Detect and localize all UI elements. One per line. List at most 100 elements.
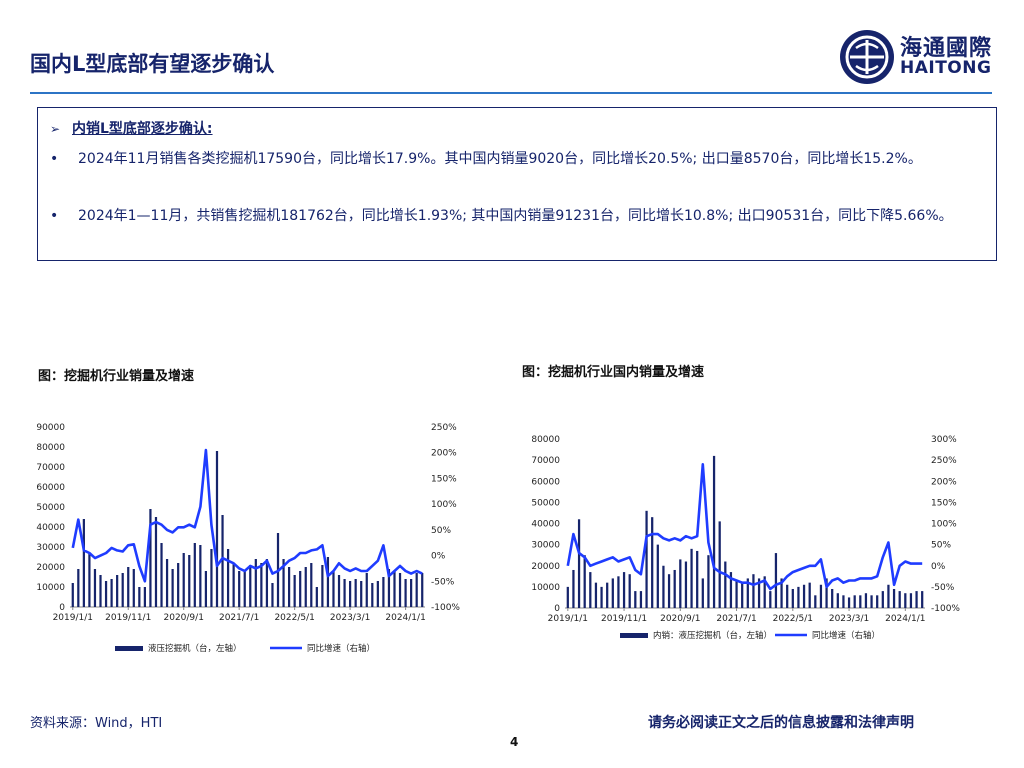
- y-tick-label-left: 50000: [36, 503, 65, 513]
- bar: [814, 595, 817, 608]
- bar: [116, 575, 119, 607]
- y-tick-label-left: 0: [59, 603, 65, 613]
- y-tick-label-left: 50000: [531, 498, 560, 508]
- bar: [859, 595, 862, 608]
- bar: [876, 595, 879, 608]
- bar: [204, 571, 208, 607]
- bar: [819, 584, 823, 608]
- bar: [88, 553, 91, 607]
- y-tick-label-left: 30000: [531, 541, 560, 551]
- legend-label-bar: 内销：液压挖掘机（台，左轴）: [653, 630, 772, 641]
- bar: [254, 559, 257, 607]
- bar: [673, 569, 676, 608]
- bar: [898, 591, 901, 608]
- bar: [724, 561, 727, 608]
- haitong-emblem-icon: [840, 30, 894, 84]
- x-tick-label: 2019/1/1: [548, 614, 588, 624]
- bar: [226, 549, 230, 607]
- y-tick-label-right: 50%: [931, 541, 951, 551]
- bar: [786, 584, 789, 608]
- bar: [121, 573, 124, 607]
- growth-rate-line: [71, 448, 423, 583]
- y-tick-label-right: 250%: [931, 456, 957, 466]
- x-tick-label: 2021/7/1: [219, 613, 259, 623]
- bar: [735, 580, 738, 608]
- bar: [326, 557, 330, 607]
- bar: [909, 593, 913, 608]
- bar: [71, 583, 74, 607]
- bar: [177, 563, 180, 607]
- y-tick-label-left: 60000: [36, 483, 65, 493]
- y-tick-label-right: -50%: [931, 583, 955, 593]
- y-tick-label-right: 0%: [931, 562, 946, 572]
- legend-label-line: 同比增速（右轴）: [307, 643, 375, 654]
- bar: [260, 563, 263, 607]
- x-tick-label: 2024/1/1: [385, 613, 425, 623]
- bar: [304, 567, 307, 607]
- bar: [138, 587, 141, 607]
- bar: [836, 593, 839, 608]
- bar: [193, 543, 196, 607]
- bar: [398, 573, 402, 607]
- bar: [415, 573, 418, 607]
- bar: [82, 519, 85, 607]
- bar: [842, 595, 845, 608]
- bullet-dot-icon: •: [50, 151, 59, 167]
- x-tick-label: 2019/11/1: [105, 613, 151, 623]
- bar: [904, 593, 907, 608]
- bar: [639, 591, 643, 608]
- bar: [791, 588, 794, 608]
- bar: [600, 586, 603, 608]
- bar: [127, 567, 130, 607]
- bar: [769, 591, 772, 608]
- bar: [707, 555, 710, 608]
- y-tick-label-left: 20000: [531, 562, 560, 572]
- page-number: 4: [510, 735, 519, 749]
- y-tick-label-left: 70000: [531, 456, 560, 466]
- bar: [232, 563, 235, 607]
- bar: [622, 572, 626, 608]
- legal-disclaimer[interactable]: 请务必阅读正文之后的信息披露和法律声明: [648, 712, 914, 732]
- y-tick-label-left: 10000: [531, 583, 560, 593]
- chart-title-right: 图：挖掘机行业国内销量及增速: [522, 365, 705, 380]
- bar: [421, 573, 424, 607]
- excavator-sales-chart: 0 10000 20000 30000 40000 50000 60000 70000 8000…: [36, 423, 460, 654]
- y-tick-label-left: 80000: [36, 443, 65, 453]
- bar: [583, 555, 586, 608]
- bar: [589, 572, 592, 608]
- bar: [243, 571, 246, 607]
- bar: [797, 586, 800, 608]
- x-tick-label: 2021/7/1: [716, 614, 756, 624]
- bar: [382, 577, 385, 607]
- bar: [410, 579, 413, 607]
- bar: [847, 597, 851, 608]
- bar: [881, 591, 884, 608]
- bar: [343, 579, 346, 607]
- bar: [752, 574, 755, 608]
- y-tick-label-left: 60000: [531, 477, 560, 487]
- y-tick-label-right: 100%: [431, 500, 457, 510]
- legend-swatch-bar: [115, 646, 143, 651]
- bar: [915, 591, 918, 608]
- bar: [143, 587, 146, 607]
- bar: [572, 569, 575, 608]
- bar: [662, 565, 665, 608]
- chart-title-left: 图：挖掘机行业销量及增速: [38, 369, 195, 384]
- x-tick-label: 2023/3/1: [330, 613, 370, 623]
- summary-heading: ➢ 内销L型底部逐步确认:: [50, 121, 213, 137]
- bar: [249, 565, 252, 607]
- bar: [831, 588, 834, 608]
- bar: [210, 549, 213, 607]
- bar: [188, 555, 191, 607]
- bar: [701, 578, 704, 608]
- summary-bullet-text: 2024年1—11月，共销售挖掘机181762台，同比增长1.93%; 其中国内…: [78, 208, 953, 224]
- bar: [199, 545, 202, 607]
- x-tick-label: 2023/3/1: [829, 614, 869, 624]
- bar: [77, 569, 80, 607]
- legend-label-line: 同比增速（右轴）: [812, 630, 880, 641]
- bar: [404, 579, 407, 607]
- y-tick-label-left: 10000: [36, 583, 65, 593]
- bar: [171, 569, 174, 607]
- bar: [299, 571, 302, 607]
- excavator-domestic-sales-chart: 0 10000 20000 30000 40000 50000 60000 70000 8000…: [531, 435, 960, 641]
